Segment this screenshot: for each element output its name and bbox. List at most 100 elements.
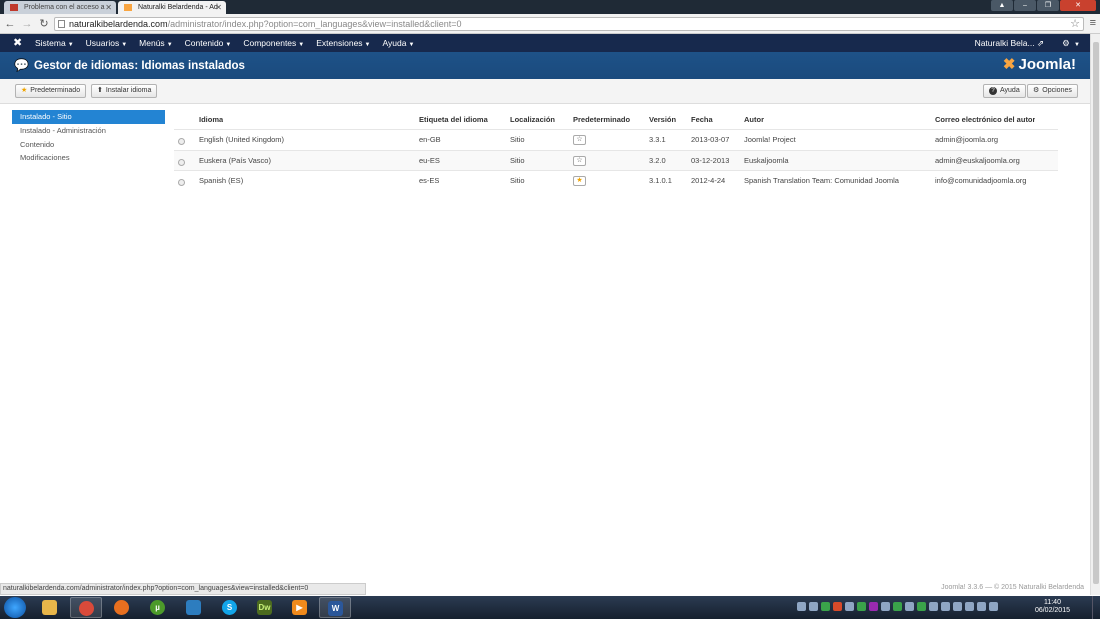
tab-close-icon[interactable]: ✕ <box>105 1 112 14</box>
joomla-logo-icon[interactable]: ✖ <box>13 37 22 49</box>
flag-icon[interactable] <box>977 602 986 611</box>
install-language-button[interactable]: ⬆ Instalar idioma <box>91 84 158 98</box>
tray-icon[interactable] <box>929 602 938 611</box>
caret-down-icon: ▼ <box>364 42 371 48</box>
sidebar-item-installed-admin[interactable]: Instalado - Administración <box>12 124 165 138</box>
browser-tab-1[interactable]: Problema con el acceso a ✕ <box>4 1 116 14</box>
url-host: naturalkibelardenda.com <box>69 19 168 29</box>
caret-down-icon: ▼ <box>67 42 74 48</box>
default-star-icon: ★ <box>573 176 586 187</box>
options-button[interactable]: ⚙ Opciones <box>1027 84 1078 98</box>
table-row: English (United Kingdom) en-GB Sitio ☆ 3… <box>174 129 1058 150</box>
column-header[interactable]: Predeterminado <box>573 110 630 129</box>
tray-icon[interactable] <box>917 602 926 611</box>
menu-componentes[interactable]: Componentes ▼ <box>243 34 310 54</box>
caret-down-icon: ▼ <box>225 42 232 48</box>
column-header[interactable]: Autor <box>744 110 932 129</box>
language-author: Euskaljoomla <box>744 155 789 165</box>
tray-icon[interactable] <box>905 602 914 611</box>
sidebar-item-installed-site[interactable]: Instalado - Sitio <box>12 110 165 124</box>
menu-contenido[interactable]: Contenido ▼ <box>185 34 238 54</box>
menu-ayuda[interactable]: Ayuda ▼ <box>383 34 421 54</box>
page-scrollbar[interactable] <box>1090 34 1100 595</box>
set-default-star-icon[interactable]: ☆ <box>573 155 586 166</box>
scrollbar-thumb[interactable] <box>1093 42 1099 584</box>
default-button[interactable]: ★ Predeterminado <box>15 84 87 98</box>
language-location: Sitio <box>510 135 525 144</box>
network-icon[interactable] <box>953 602 962 611</box>
network-app-icon[interactable] <box>178 597 210 618</box>
admin-navbar: ✖ Sistema ▼ Usuarios ▼ Menús ▼ Contenido ▼ C… <box>0 34 1090 52</box>
tray-icon[interactable] <box>893 602 902 611</box>
browser-tab-2[interactable]: Naturalki Belardenda - Ad ✕ <box>118 1 226 14</box>
tray-icon[interactable] <box>857 602 866 611</box>
tab-close-icon[interactable]: ✕ <box>215 1 222 14</box>
sidebar-item-content[interactable]: Contenido <box>12 138 165 152</box>
tray-icon[interactable] <box>833 602 842 611</box>
language-version: 3.2.0 <box>649 155 666 165</box>
browser-status-url: naturalkibelardenda.com/administrator/in… <box>0 583 366 595</box>
back-icon[interactable]: ← <box>3 16 17 32</box>
firefox-icon[interactable] <box>106 597 138 618</box>
column-header[interactable]: Idioma <box>199 110 223 129</box>
user-settings-icon[interactable]: ⚙ ▼ <box>1062 34 1080 54</box>
tray-icon[interactable] <box>869 602 878 611</box>
star-icon: ★ <box>21 87 28 94</box>
reload-icon[interactable]: ↻ <box>37 16 51 32</box>
word-icon[interactable]: W <box>319 597 351 618</box>
show-desktop-button[interactable] <box>1092 596 1100 619</box>
close-window-icon[interactable]: ✕ <box>1060 0 1096 11</box>
tray-icon[interactable] <box>989 602 998 611</box>
start-button-icon[interactable] <box>4 597 26 618</box>
bookmark-star-icon[interactable]: ☆ <box>1070 17 1080 30</box>
menu-usuarios[interactable]: Usuarios ▼ <box>86 34 134 54</box>
set-default-star-icon[interactable]: ☆ <box>573 135 586 145</box>
language-date: 2012-4-24 <box>691 176 726 186</box>
language-location: Sitio <box>510 155 525 165</box>
column-header[interactable]: Versión <box>649 110 676 129</box>
skype-icon[interactable]: S <box>214 597 246 618</box>
dreamweaver-icon[interactable]: Dw <box>249 597 281 618</box>
menu-sistema[interactable]: Sistema ▼ <box>35 34 80 54</box>
language-tag: en-GB <box>419 135 441 144</box>
table-row: Euskera (País Vasco) eu-ES Sitio ☆ 3.2.0… <box>174 149 1058 171</box>
language-name: Euskera (País Vasco) <box>199 155 271 165</box>
tray-icon[interactable] <box>941 602 950 611</box>
volume-icon[interactable] <box>965 602 974 611</box>
chrome-icon[interactable] <box>70 597 102 618</box>
sidebar-item-overrides[interactable]: Modificaciones <box>12 151 165 165</box>
explorer-icon[interactable] <box>34 597 66 618</box>
column-header[interactable]: Localización <box>510 110 555 129</box>
language-date: 2013-03-07 <box>691 135 730 144</box>
system-clock[interactable]: 11:40 06/02/2015 <box>1035 599 1070 615</box>
tray-icon[interactable] <box>797 602 806 611</box>
media-player-icon[interactable]: ▶ <box>284 597 316 618</box>
tray-icon[interactable] <box>809 602 818 611</box>
table-row: Spanish (ES) es-ES Sitio ★ 3.1.0.1 2012-… <box>174 170 1058 191</box>
menu-menus[interactable]: Menús ▼ <box>139 34 178 54</box>
help-icon: ? <box>989 87 997 95</box>
minimize-icon[interactable]: – <box>1014 0 1036 11</box>
tray-icon[interactable] <box>845 602 854 611</box>
help-button[interactable]: ? Ayuda <box>983 84 1026 98</box>
browser-menu-icon[interactable]: ≡ <box>1090 17 1096 29</box>
menu-extensiones[interactable]: Extensiones ▼ <box>316 34 376 54</box>
gear-icon: ⚙ <box>1033 87 1040 94</box>
row-select-radio[interactable] <box>178 138 185 145</box>
tray-icon[interactable] <box>821 602 830 611</box>
column-header[interactable]: Correo electrónico del autor <box>935 110 1035 129</box>
address-bar: ← → ↻ naturalkibelardenda.com/administra… <box>0 14 1100 34</box>
row-select-radio[interactable] <box>178 179 185 187</box>
utorrent-icon[interactable]: µ <box>142 597 174 618</box>
row-select-radio[interactable] <box>178 158 185 166</box>
maximize-icon[interactable]: ❐ <box>1037 0 1059 11</box>
caret-down-icon: ▼ <box>121 42 128 48</box>
forward-icon[interactable]: → <box>20 16 34 32</box>
footer-copyright: Joomla! 3.3.6 — © 2015 Naturalki Belarde… <box>941 584 1084 591</box>
column-header[interactable]: Etiqueta del idioma <box>419 110 488 129</box>
tray-icon[interactable] <box>881 602 890 611</box>
column-header[interactable]: Fecha <box>691 110 713 129</box>
user-icon[interactable]: ▲ <box>991 0 1013 11</box>
site-link[interactable]: Naturalki Bela... ⇗ <box>975 34 1045 54</box>
url-input[interactable]: naturalkibelardenda.com/administrator/in… <box>54 17 1084 31</box>
